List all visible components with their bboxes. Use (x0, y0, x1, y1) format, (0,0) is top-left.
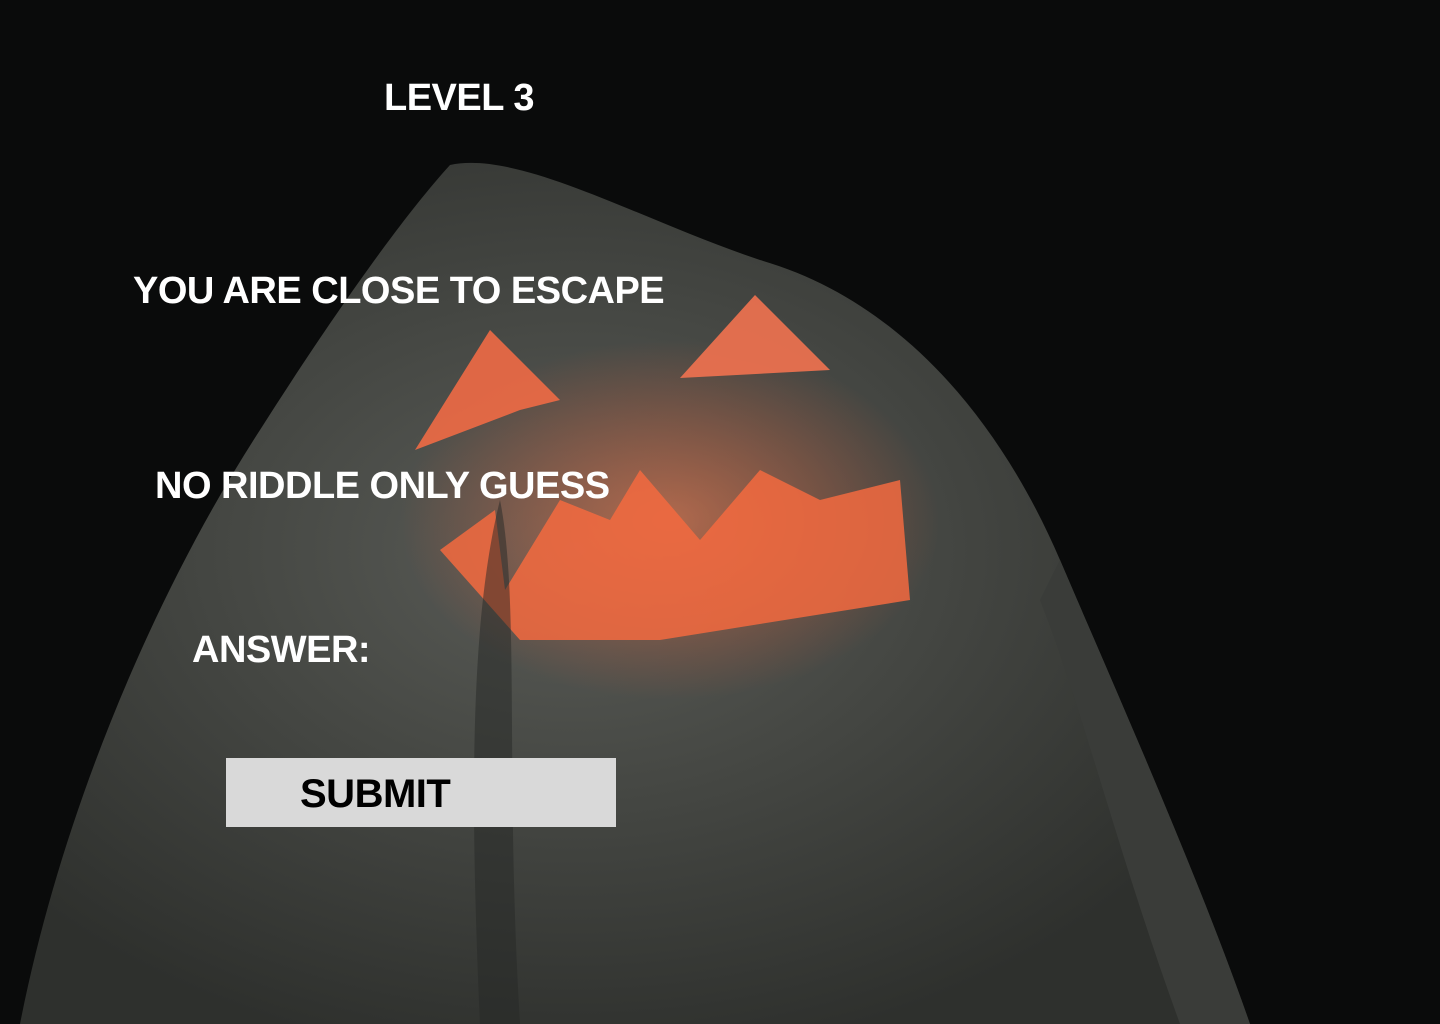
level-title: LEVEL 3 (384, 77, 534, 119)
answer-label: ANSWER: (192, 629, 371, 671)
submit-button[interactable]: SUBMIT (226, 758, 616, 827)
ghost-pumpkin-background (0, 0, 1440, 1024)
hint-text: NO RIDDLE ONLY GUESS (155, 465, 610, 507)
message-text: YOU ARE CLOSE TO ESCAPE (133, 270, 665, 312)
submit-button-label: SUBMIT (300, 772, 451, 816)
